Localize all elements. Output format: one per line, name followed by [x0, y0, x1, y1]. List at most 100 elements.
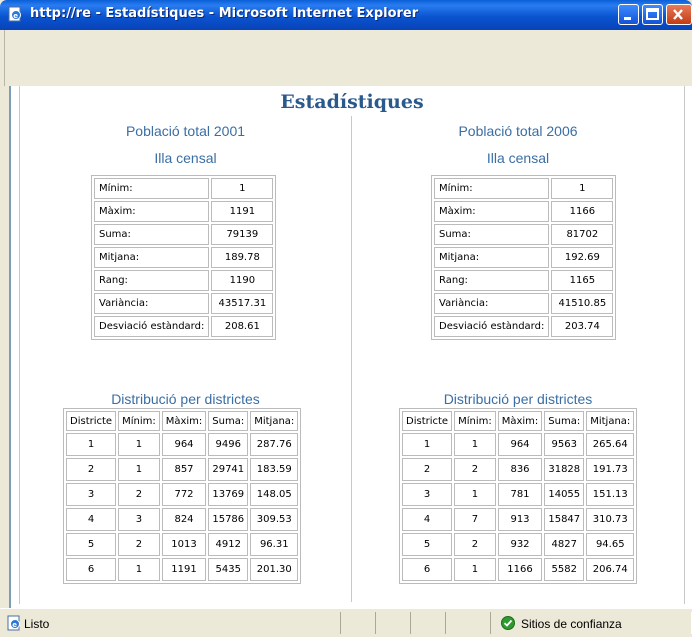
table-cell: 206.74	[586, 558, 635, 581]
stat-value: 1165	[551, 270, 614, 291]
maximize-button[interactable]	[642, 4, 663, 25]
table-cell: 287.76	[250, 433, 299, 456]
table-cell: 3	[402, 483, 453, 506]
left-stats-table: Mínim: 1 Màxim: 1191 Suma: 79139 Mitjana: 189.7…	[91, 175, 277, 340]
table-cell: 265.64	[586, 433, 635, 456]
table-cell: 824	[161, 508, 207, 531]
table-cell: 3	[66, 483, 117, 506]
stat-label: Mitjana:	[434, 247, 550, 268]
table-cell: 94.65	[586, 533, 635, 556]
right-subtitle: Illa censal	[486, 150, 550, 166]
stat-value: 1191	[211, 201, 274, 222]
table-cell: 3	[118, 508, 160, 531]
stats-row: Mínim: 1	[434, 178, 614, 199]
column-header: Suma:	[544, 411, 585, 431]
table-cell: 1	[118, 558, 160, 581]
status-segment	[375, 612, 411, 634]
left-subtitle: Illa censal	[154, 150, 217, 166]
table-cell: 5582	[544, 558, 585, 581]
right-dist-title: Distribució per districtes	[443, 391, 593, 407]
left-dist-title: Distribució per districtes	[111, 391, 260, 407]
table-cell: 1166	[497, 558, 543, 581]
table-cell: 2	[454, 533, 496, 556]
table-cell: 1	[118, 433, 160, 456]
status-text: Listo	[24, 617, 50, 631]
minimize-icon	[624, 17, 631, 20]
stats-row: Mitjana: 189.78	[94, 247, 274, 268]
column-header: Mínim:	[454, 411, 496, 431]
minimize-button[interactable]	[618, 4, 639, 25]
table-cell: 13769	[208, 483, 249, 506]
table-cell: 1	[454, 483, 496, 506]
left-dist-table: Districte Mínim: Màxim: Suma: Mitjana: 1 1 964…	[63, 408, 302, 584]
stats-row: Variància: 43517.31	[94, 293, 274, 314]
maximize-icon	[646, 8, 659, 20]
table-row: 5 2 932 4827 94.65	[402, 533, 635, 556]
table-cell: 6	[66, 558, 117, 581]
table-cell: 781	[497, 483, 543, 506]
stat-value: 1166	[551, 201, 614, 222]
stats-row: Màxim: 1166	[434, 201, 614, 222]
table-cell: 6	[402, 558, 453, 581]
column-header: Màxim:	[161, 411, 207, 431]
close-icon	[673, 9, 683, 20]
stats-row: Mitjana: 192.69	[434, 247, 614, 268]
page-heading: Estadístiques	[280, 91, 424, 113]
table-cell: 191.73	[586, 458, 635, 481]
table-cell: 964	[497, 433, 543, 456]
stat-label: Suma:	[434, 224, 550, 245]
stat-label: Mínim:	[434, 178, 550, 199]
window-frame-strip	[4, 30, 692, 86]
stat-value: 43517.31	[211, 293, 274, 314]
stat-label: Rang:	[434, 270, 550, 291]
stat-label: Variància:	[94, 293, 210, 314]
table-cell: 932	[497, 533, 543, 556]
table-row: 1 1 964 9563 265.64	[402, 433, 635, 456]
table-cell: 1	[118, 458, 160, 481]
table-cell: 309.53	[250, 508, 299, 531]
table-cell: 9496	[208, 433, 249, 456]
table-cell: 836	[497, 458, 543, 481]
table-cell: 31828	[544, 458, 585, 481]
stat-label: Mínim:	[94, 178, 210, 199]
table-row: 6 1 1191 5435 201.30	[66, 558, 299, 581]
stat-label: Desviació estàndard:	[434, 316, 550, 337]
table-cell: 14055	[544, 483, 585, 506]
table-cell: 1191	[161, 558, 207, 581]
table-cell: 310.73	[586, 508, 635, 531]
page-content[interactable]: Estadístiques Població total 2001 Illa c…	[9, 86, 692, 608]
stat-value: 192.69	[551, 247, 614, 268]
stat-label: Màxim:	[434, 201, 550, 222]
table-cell: 5435	[208, 558, 249, 581]
table-row: 2 2 836 31828 191.73	[402, 458, 635, 481]
table-cell: 15847	[544, 508, 585, 531]
table-cell: 5	[66, 533, 117, 556]
stat-value: 203.74	[551, 316, 614, 337]
table-cell: 1	[454, 558, 496, 581]
ie-page-icon: e	[7, 615, 20, 631]
status-bar: e Listo Sitios de confianza	[0, 608, 692, 637]
status-segment	[340, 612, 376, 634]
stats-row: Màxim: 1191	[94, 201, 274, 222]
table-row: 2 1 857 29741 183.59	[66, 458, 299, 481]
table-cell: 913	[497, 508, 543, 531]
stat-label: Suma:	[94, 224, 210, 245]
stats-row: Rang: 1165	[434, 270, 614, 291]
table-cell: 1	[454, 433, 496, 456]
close-button[interactable]	[666, 4, 692, 25]
stat-value: 81702	[551, 224, 614, 245]
column-header: Suma:	[208, 411, 249, 431]
table-cell: 4	[66, 508, 117, 531]
table-cell: 772	[161, 483, 207, 506]
svg-text:e: e	[12, 621, 17, 629]
column-header: Districte	[402, 411, 453, 431]
stats-row: Mínim: 1	[94, 178, 274, 199]
table-cell: 857	[161, 458, 207, 481]
table-row: 5 2 1013 4912 96.31	[66, 533, 299, 556]
stat-value: 189.78	[211, 247, 274, 268]
table-cell: 2	[454, 458, 496, 481]
table-cell: 2	[402, 458, 453, 481]
table-cell: 2	[66, 458, 117, 481]
table-cell: 15786	[208, 508, 249, 531]
column-header: Mitjana:	[250, 411, 299, 431]
